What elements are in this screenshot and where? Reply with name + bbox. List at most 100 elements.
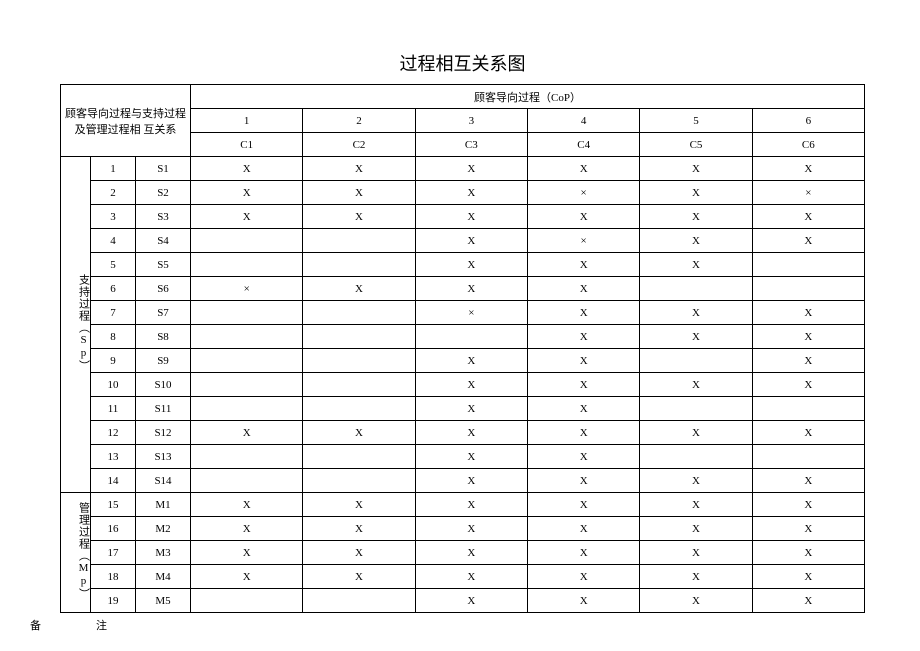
table-head: 顾客导向过程与支持过程及管理过程相 互关系 顾客导向过程（CoP） 1 2 3 …: [61, 85, 865, 157]
row-code: M4: [136, 565, 191, 589]
cell: X: [640, 157, 752, 181]
col-code: C3: [415, 133, 527, 157]
cell: [415, 325, 527, 349]
row-code: S8: [136, 325, 191, 349]
footnote-l1: 备: [30, 617, 41, 633]
table-row: 9S9XXX: [61, 349, 865, 373]
cell: X: [415, 181, 527, 205]
row-num: 4: [91, 229, 136, 253]
cell: [191, 397, 303, 421]
table-row: 12S12XXXXXX: [61, 421, 865, 445]
cell: X: [415, 469, 527, 493]
cell: X: [415, 253, 527, 277]
cell: [191, 589, 303, 613]
row-code: M1: [136, 493, 191, 517]
cell: X: [640, 517, 752, 541]
cell: [191, 325, 303, 349]
cell: X: [640, 541, 752, 565]
cell: X: [752, 541, 864, 565]
footnote: 备 注: [60, 617, 865, 633]
cell: X: [752, 373, 864, 397]
cell: X: [640, 229, 752, 253]
cell: X: [528, 373, 640, 397]
row-code: S9: [136, 349, 191, 373]
cell: X: [415, 373, 527, 397]
cell: X: [640, 253, 752, 277]
row-num: 10: [91, 373, 136, 397]
cell: X: [528, 565, 640, 589]
table-row: 4S4X×XX: [61, 229, 865, 253]
row-code: S3: [136, 205, 191, 229]
cell: X: [528, 445, 640, 469]
row-num: 17: [91, 541, 136, 565]
cell: X: [528, 493, 640, 517]
row-num: 9: [91, 349, 136, 373]
cell: X: [303, 541, 415, 565]
row-num: 6: [91, 277, 136, 301]
row-num: 12: [91, 421, 136, 445]
cell: X: [528, 541, 640, 565]
cell: [752, 253, 864, 277]
cell: X: [415, 589, 527, 613]
cell: X: [415, 277, 527, 301]
cell: X: [528, 421, 640, 445]
row-num: 15: [91, 493, 136, 517]
cell: [191, 445, 303, 469]
row-code: S11: [136, 397, 191, 421]
group-label: 支持过程（Sp）: [61, 157, 91, 493]
cell: ×: [528, 229, 640, 253]
row-code: S12: [136, 421, 191, 445]
cell: X: [191, 205, 303, 229]
cell: [303, 469, 415, 493]
table-row: 5S5XXX: [61, 253, 865, 277]
cell: X: [528, 397, 640, 421]
table-body: 支持过程（Sp）1S1XXXXXX2S2XXX×X×3S3XXXXXX4S4X×…: [61, 157, 865, 613]
table-row: 2S2XXX×X×: [61, 181, 865, 205]
cell: ×: [528, 181, 640, 205]
col-code: C4: [528, 133, 640, 157]
cell: [191, 229, 303, 253]
cell: [303, 301, 415, 325]
col-num: 5: [640, 109, 752, 133]
col-group-header: 顾客导向过程（CoP）: [191, 85, 865, 109]
cell: X: [640, 589, 752, 613]
cell: X: [303, 565, 415, 589]
cell: [303, 229, 415, 253]
row-num: 7: [91, 301, 136, 325]
cell: X: [303, 421, 415, 445]
cell: [640, 397, 752, 421]
row-num: 14: [91, 469, 136, 493]
row-code: S2: [136, 181, 191, 205]
cell: X: [528, 349, 640, 373]
cell: [303, 445, 415, 469]
table-row: 18M4XXXXXX: [61, 565, 865, 589]
table-row: 17M3XXXXXX: [61, 541, 865, 565]
row-num: 16: [91, 517, 136, 541]
row-num: 2: [91, 181, 136, 205]
cell: X: [752, 589, 864, 613]
row-code: M5: [136, 589, 191, 613]
footnote-l2: 注: [96, 617, 107, 633]
row-code: S10: [136, 373, 191, 397]
cell: [303, 253, 415, 277]
cell: X: [640, 469, 752, 493]
row-num: 19: [91, 589, 136, 613]
row-code: S7: [136, 301, 191, 325]
row-header-text: 顾客导向过程与支持过程及管理过程相 互关系: [65, 108, 186, 136]
row-num: 11: [91, 397, 136, 421]
cell: X: [528, 589, 640, 613]
cell: X: [752, 349, 864, 373]
cell: X: [303, 277, 415, 301]
table-row: 管理过程（Mp）15M1XXXXXX: [61, 493, 865, 517]
cell: X: [752, 517, 864, 541]
cell: ×: [191, 277, 303, 301]
cell: X: [528, 517, 640, 541]
row-code: S1: [136, 157, 191, 181]
row-code: S14: [136, 469, 191, 493]
cell: X: [640, 301, 752, 325]
group-label-text: 管理过程（Mp）: [62, 502, 90, 600]
row-code: S13: [136, 445, 191, 469]
cell: [752, 277, 864, 301]
cell: X: [191, 421, 303, 445]
row-num: 13: [91, 445, 136, 469]
